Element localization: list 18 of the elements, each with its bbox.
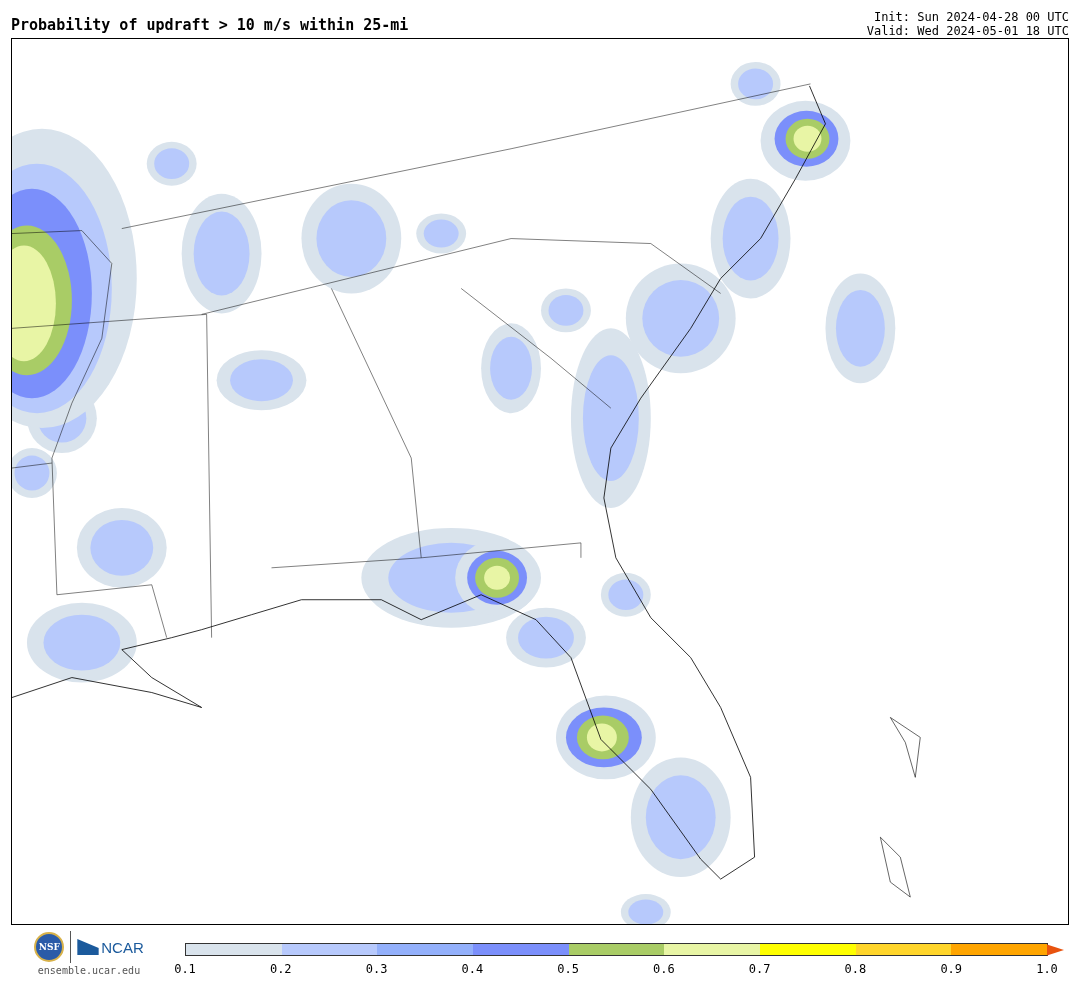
- colorbar-tick-label: 0.4: [461, 962, 484, 976]
- plot-title: Probability of updraft > 10 m/s within 25-mi: [11, 16, 409, 36]
- valid-time: Valid: Wed 2024-05-01 18 UTC: [866, 24, 1069, 38]
- colorbar-tick-label: 0.2: [269, 962, 292, 976]
- colorbar-tick-label: 0.1: [174, 962, 196, 976]
- colorbar-tick-label: 0.7: [748, 962, 771, 976]
- colorbar-tick-label: 0.8: [844, 962, 867, 976]
- ncar-logo-icon: [77, 939, 100, 955]
- site-url: ensemble.ucar.edu: [37, 965, 141, 976]
- colorbar-tick-label: 0.6: [653, 962, 675, 976]
- ncar-logo-text: NCAR: [101, 938, 144, 956]
- colorbar-tick-label: 1.0: [1036, 962, 1058, 976]
- nsf-logo: NSF: [34, 932, 65, 962]
- init-time: Init: Sun 2024-04-28 00 UTC: [873, 10, 1069, 24]
- colorbar-tick-label: 0.9: [940, 962, 963, 976]
- colorbar-tick-label: 0.3: [365, 962, 388, 976]
- colorbar-extension-icon: [1047, 943, 1065, 956]
- colorbar-tick-label: 0.5: [557, 962, 579, 976]
